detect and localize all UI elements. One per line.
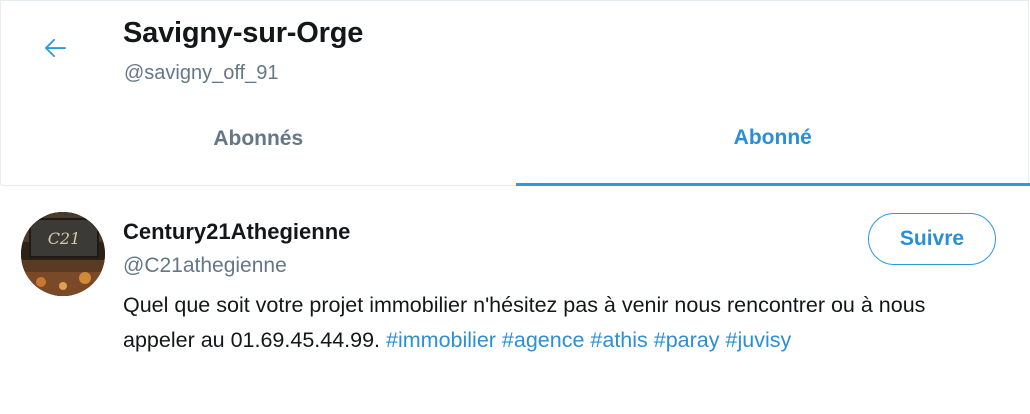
hashtag-link[interactable]: #athis [590,328,647,352]
tab-followers[interactable]: Abonnés [1,99,516,186]
user-display-name[interactable]: Century21Athegienne [123,219,350,245]
page-title: Savigny-sur-Orge [123,17,364,49]
tab-bar: Abonnés Abonné [1,99,1030,186]
svg-text:C21: C21 [48,229,81,248]
tab-followers-label: Abonnés [213,127,304,150]
hashtag-link[interactable]: #paray [654,328,720,352]
hashtag-link[interactable]: #juvisy [726,328,792,352]
tab-following-label: Abonné [733,126,812,149]
user-list-item[interactable]: C21 Century21Athegienne @C21athegienne S… [0,186,1030,414]
user-bio: Quel que soit votre projet immobilier n'… [123,288,1003,358]
arrow-left-icon [45,38,66,58]
back-button[interactable] [35,28,75,68]
hashtag-link[interactable]: #agence [502,328,585,352]
hashtag-link[interactable]: #immobilier [386,328,496,352]
follow-button[interactable]: Suivre [868,213,996,265]
tab-following[interactable]: Abonné [515,99,1030,186]
avatar[interactable]: C21 [21,212,105,296]
page-handle: @savigny_off_91 [124,62,279,84]
profile-list-header: Savigny-sur-Orge @savigny_off_91 Abonnés… [0,0,1030,186]
user-handle: @C21athegienne [123,254,287,277]
